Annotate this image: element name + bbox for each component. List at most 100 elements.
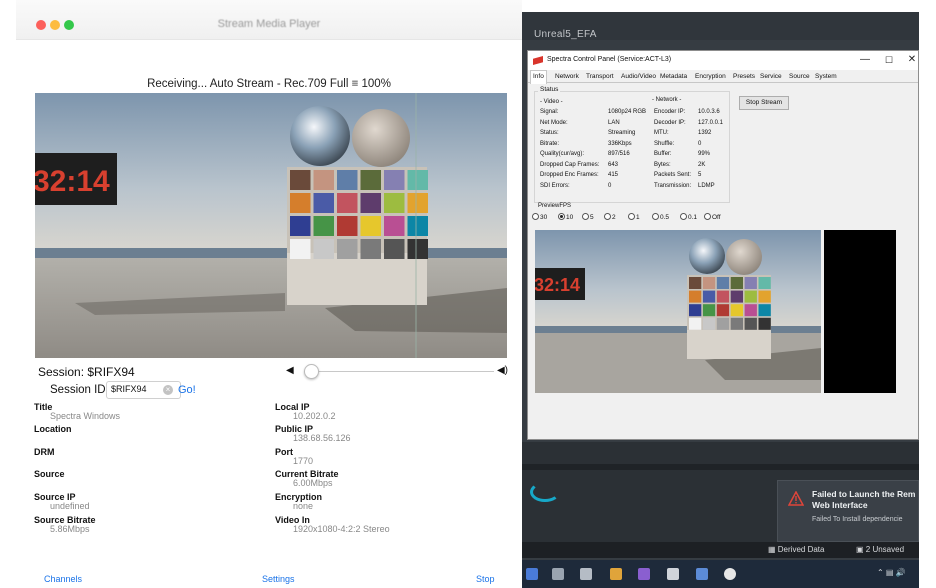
fps-radio-2[interactable]: 2 (604, 213, 616, 223)
video-stat-key: SDI Errors: (540, 182, 570, 189)
volume-track[interactable] (304, 371, 494, 372)
video-stat-key: Status: (540, 130, 559, 136)
media-player-window: Stream Media Player Receiving... Auto St… (16, 0, 522, 588)
network-stat-value: 5 (698, 172, 702, 178)
close-icon[interactable]: ✕ (901, 53, 919, 67)
color-checker-patch (689, 317, 702, 330)
video-frame: 32:14 (35, 93, 507, 358)
network-stat-key: Transmission: (654, 182, 692, 189)
color-checker-patch (360, 216, 381, 236)
notification-body: Failed To Install dependencie (812, 516, 903, 523)
stop-stream-button[interactable]: Stop Stream (739, 96, 789, 110)
video-in-value: 1920x1080-4:2:2 Stereo (293, 524, 390, 534)
color-checker-patch (730, 304, 743, 317)
network-stat-value: 99% (698, 151, 711, 157)
video-stat-value: Streaming (608, 130, 636, 136)
color-checker-patch (702, 290, 716, 303)
fps-radio-10[interactable]: 10 (558, 213, 573, 223)
current-bitrate-value: 6.00Mbps (293, 478, 333, 488)
video-stat-value: 1080p24 RGB (608, 109, 647, 115)
tab-network[interactable]: Network (553, 71, 581, 83)
volume-slider[interactable]: ◀ ◀) (286, 364, 508, 379)
clear-input-icon[interactable]: × (163, 385, 173, 395)
fps-radio-1[interactable]: 1 (628, 213, 640, 223)
settings-button[interactable]: Settings (262, 574, 295, 584)
video-stream-view[interactable]: 32:14 (35, 93, 507, 358)
color-checker-patch (702, 317, 716, 330)
spectra-logo-icon (533, 56, 543, 65)
color-checker-patch (758, 304, 771, 317)
tab-transport[interactable]: Transport (584, 71, 616, 83)
error-notification[interactable]: Failed to Launch the Rem Web Interface F… (777, 480, 919, 542)
fps-radio-5[interactable]: 5 (582, 213, 594, 223)
tab-source[interactable]: Source (787, 71, 812, 83)
tab-system[interactable]: System (813, 71, 839, 83)
taskbar-app-icon[interactable] (580, 568, 592, 580)
notification-title: Failed to Launch the Rem (812, 489, 916, 499)
derived-data-button[interactable]: ▦ Derived Data (768, 545, 824, 554)
network-stat-key: Buffer: (654, 151, 672, 157)
preview-video[interactable]: 32:14 (535, 230, 821, 393)
taskbar-app-icon[interactable] (610, 568, 622, 580)
taskbar-app-icon[interactable] (667, 568, 679, 580)
minimize-icon[interactable]: — (854, 53, 876, 67)
tab-presets[interactable]: Presets (731, 71, 757, 83)
fps-radio-0-1[interactable]: 0.1 (680, 213, 697, 223)
fps-radio-label: 5 (590, 214, 594, 221)
tab-service[interactable]: Service (758, 71, 784, 83)
taskbar-unreal-icon[interactable] (724, 568, 736, 580)
video-stat-key: Dropped Enc Frames: (540, 172, 599, 178)
spectra-window-title: Spectra Control Panel (Service:ACT-L3) (547, 56, 672, 63)
title-value: Spectra Windows (50, 411, 121, 421)
spectra-control-panel: Spectra Control Panel (Service:ACT-L3) —… (527, 50, 919, 440)
location-key: Location (34, 424, 72, 434)
system-tray-icons[interactable]: ⌃ ▤ 🔊 (877, 568, 906, 577)
go-button[interactable]: Go! (178, 384, 196, 396)
color-checker-patch (407, 239, 428, 259)
network-stat-key: Encoder IP: (654, 109, 686, 115)
fps-radio-0-5[interactable]: 0.5 (652, 213, 669, 223)
taskbar-spectra-icon[interactable] (696, 568, 708, 580)
color-checker-patch (337, 193, 358, 213)
volume-knob[interactable] (303, 364, 319, 379)
taskbar-app-icon[interactable] (552, 568, 564, 580)
taskbar-visual-studio-icon[interactable] (638, 568, 650, 580)
color-checker-patch (360, 193, 381, 213)
spectra-titlebar: Spectra Control Panel (Service:ACT-L3) —… (528, 51, 918, 70)
video-stat-value: 0 (608, 182, 612, 189)
color-checker-patch (744, 277, 757, 289)
drm-key: DRM (34, 447, 55, 457)
tab-audio-video[interactable]: Audio/Video (619, 71, 658, 83)
fps-radio-30[interactable]: 30 (532, 213, 547, 223)
video-stat-key: Signal: (540, 109, 559, 115)
source-key: Source (34, 469, 65, 479)
color-checker-patch (716, 317, 730, 330)
channels-button[interactable]: Channels (44, 574, 82, 584)
tab-metadata[interactable]: Metadata (658, 71, 689, 83)
tab-info[interactable]: Info (530, 70, 547, 84)
volume-low-icon: ◀ (286, 365, 294, 376)
color-checker-patch (384, 216, 405, 236)
unsaved-button[interactable]: ▣ 2 Unsaved (856, 545, 904, 554)
video-stat-key: Net Mode: (540, 119, 568, 126)
maximize-icon[interactable]: ☐ (878, 53, 900, 67)
stop-button[interactable]: Stop (476, 574, 495, 584)
status-group-title: Status (538, 86, 561, 93)
fps-radio-off[interactable]: Off (704, 213, 721, 223)
radio-dot-icon (652, 213, 659, 220)
source-ip-value: undefined (50, 501, 90, 511)
spectra-tab-bar: Info Network Transport Audio/Video Metad… (528, 70, 918, 84)
radio-dot-icon (604, 213, 611, 220)
tab-encryption[interactable]: Encryption (693, 71, 728, 83)
color-checker-patch (313, 170, 334, 190)
color-checker-patch (702, 304, 716, 317)
public-ip-value: 138.68.56.126 (293, 433, 351, 443)
warning-triangle-icon (788, 491, 804, 506)
taskbar-app-icon[interactable] (526, 568, 538, 580)
secondary-preview-black (824, 230, 896, 393)
color-checker-patch (384, 170, 405, 190)
color-checker-patch (407, 170, 428, 190)
network-stat-key: MTU: (654, 130, 669, 136)
color-checker-patch (744, 317, 757, 330)
unreal-window-title: Unreal5_EFA (534, 29, 597, 40)
